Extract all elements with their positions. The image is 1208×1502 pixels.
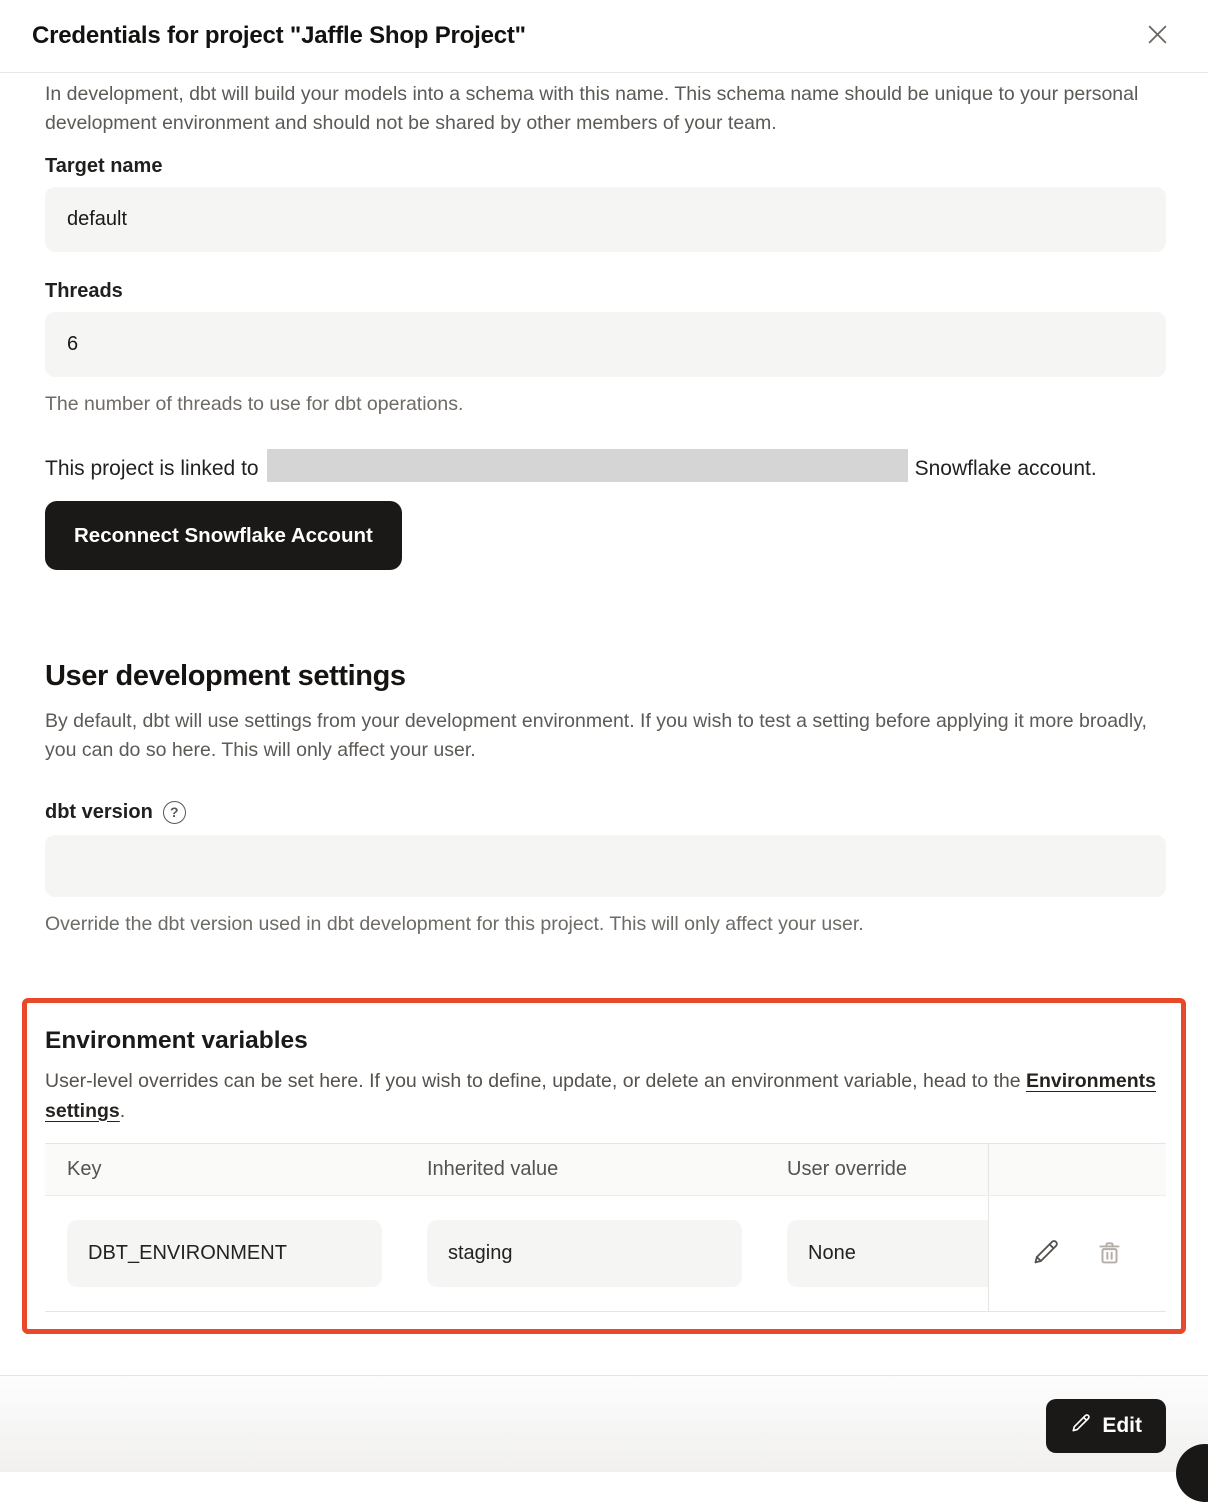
modal-title: Credentials for project "Jaffle Shop Pro… bbox=[32, 22, 526, 50]
table-row: DBT_ENVIRONMENT staging None bbox=[45, 1196, 1166, 1311]
actions-cell bbox=[988, 1196, 1166, 1311]
edit-button-label: Edit bbox=[1102, 1414, 1142, 1438]
close-button[interactable] bbox=[1140, 19, 1174, 53]
reconnect-button-label: Reconnect Snowflake Account bbox=[74, 524, 373, 548]
modal-content: In development, dbt will build your mode… bbox=[0, 73, 1208, 1334]
user-dev-settings-description: By default, dbt will use settings from y… bbox=[45, 707, 1166, 764]
environment-variables-description: User-level overrides can be set here. If… bbox=[45, 1067, 1166, 1126]
target-name-label: Target name bbox=[45, 154, 1166, 178]
key-cell: DBT_ENVIRONMENT bbox=[45, 1196, 405, 1311]
environment-variables-section: Environment variables User-level overrid… bbox=[22, 998, 1186, 1334]
dbt-version-label-row: dbt version ? bbox=[45, 799, 1166, 825]
dbt-version-label: dbt version bbox=[45, 800, 153, 824]
reconnect-snowflake-button[interactable]: Reconnect Snowflake Account bbox=[45, 501, 402, 570]
table-header-inherited-value: Inherited value bbox=[405, 1158, 765, 1181]
help-icon[interactable]: ? bbox=[163, 801, 186, 824]
linked-text-after: Snowflake account. bbox=[915, 457, 1097, 480]
credentials-modal: Credentials for project "Jaffle Shop Pro… bbox=[0, 0, 1208, 1334]
dbt-version-help-text: Override the dbt version used in dbt dev… bbox=[45, 912, 1166, 936]
threads-help-text: The number of threads to use for dbt ope… bbox=[45, 392, 1166, 416]
schema-description: In development, dbt will build your mode… bbox=[45, 80, 1166, 137]
delete-variable-button[interactable] bbox=[1093, 1236, 1126, 1272]
env-var-inherited-value: staging bbox=[427, 1220, 742, 1287]
environment-variables-heading: Environment variables bbox=[45, 1026, 1166, 1056]
pencil-icon bbox=[1031, 1237, 1061, 1270]
env-description-prefix: User-level overrides can be set here. If… bbox=[45, 1070, 1026, 1092]
trash-icon bbox=[1095, 1238, 1124, 1270]
close-icon bbox=[1144, 21, 1171, 51]
table-header-row: Key Inherited value User override bbox=[45, 1144, 1166, 1196]
user-dev-settings-heading: User development settings bbox=[45, 658, 1166, 694]
env-description-suffix: . bbox=[120, 1100, 125, 1122]
modal-header: Credentials for project "Jaffle Shop Pro… bbox=[0, 0, 1208, 73]
env-var-key-value: DBT_ENVIRONMENT bbox=[67, 1220, 382, 1287]
edit-button[interactable]: Edit bbox=[1046, 1399, 1166, 1453]
env-var-user-override-value: None bbox=[787, 1220, 988, 1287]
dbt-version-input[interactable] bbox=[45, 835, 1166, 897]
threads-input[interactable] bbox=[45, 312, 1166, 377]
edit-variable-button[interactable] bbox=[1029, 1235, 1063, 1272]
modal-footer: Edit bbox=[0, 1375, 1208, 1472]
linked-text-before: This project is linked to bbox=[45, 457, 259, 480]
environment-variables-table: Key Inherited value User override DBT_EN… bbox=[45, 1143, 1166, 1312]
threads-label: Threads bbox=[45, 279, 1166, 303]
snowflake-link-text: This project is linked to Snowflake accou… bbox=[45, 449, 1166, 487]
table-header-key: Key bbox=[45, 1158, 405, 1181]
user-override-cell: None bbox=[765, 1196, 988, 1311]
table-header-user-override: User override bbox=[765, 1158, 988, 1181]
redacted-account-name bbox=[267, 449, 908, 482]
inherited-value-cell: staging bbox=[405, 1196, 765, 1311]
pencil-icon bbox=[1070, 1412, 1092, 1440]
table-header-actions bbox=[988, 1144, 1166, 1195]
target-name-input[interactable] bbox=[45, 187, 1166, 252]
